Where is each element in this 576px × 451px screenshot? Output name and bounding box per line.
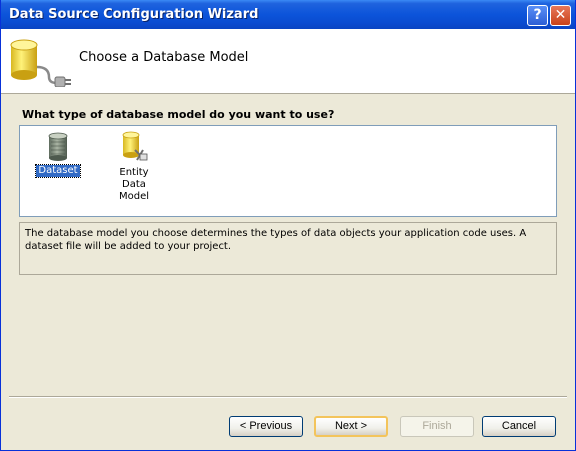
- finish-button[interactable]: Finish: [400, 416, 474, 437]
- model-item-dataset[interactable]: Dataset: [35, 132, 81, 178]
- question-label: What type of database model do you want …: [22, 108, 335, 121]
- database-connection-icon: [10, 39, 71, 87]
- button-separator: [9, 396, 567, 398]
- model-label-dataset: Dataset: [35, 164, 81, 178]
- previous-button[interactable]: < Previous: [229, 416, 303, 437]
- cancel-button[interactable]: Cancel: [482, 416, 556, 437]
- model-label-entity-line2: Model: [118, 191, 150, 202]
- page-title: Choose a Database Model: [79, 50, 249, 65]
- wizard-header: Choose a Database Model: [1, 29, 575, 94]
- dataset-icon: [48, 132, 68, 161]
- close-button[interactable]: ✕: [550, 5, 571, 26]
- model-label-entity-line1: Entity Data: [119, 167, 149, 190]
- wizard-window: Data Source Configuration Wizard ? ✕ Cho…: [0, 0, 576, 451]
- next-button[interactable]: Next >: [314, 416, 388, 437]
- title-bar[interactable]: Data Source Configuration Wizard ? ✕: [1, 0, 575, 29]
- model-item-entity-data-model[interactable]: Entity Data Model: [104, 130, 164, 203]
- database-model-list[interactable]: Dataset Entity Data Model: [19, 125, 557, 217]
- window-title: Data Source Configuration Wizard: [9, 7, 259, 22]
- entity-data-model-icon: [122, 131, 148, 161]
- model-description: The database model you choose determines…: [19, 222, 557, 275]
- help-button[interactable]: ?: [527, 5, 548, 26]
